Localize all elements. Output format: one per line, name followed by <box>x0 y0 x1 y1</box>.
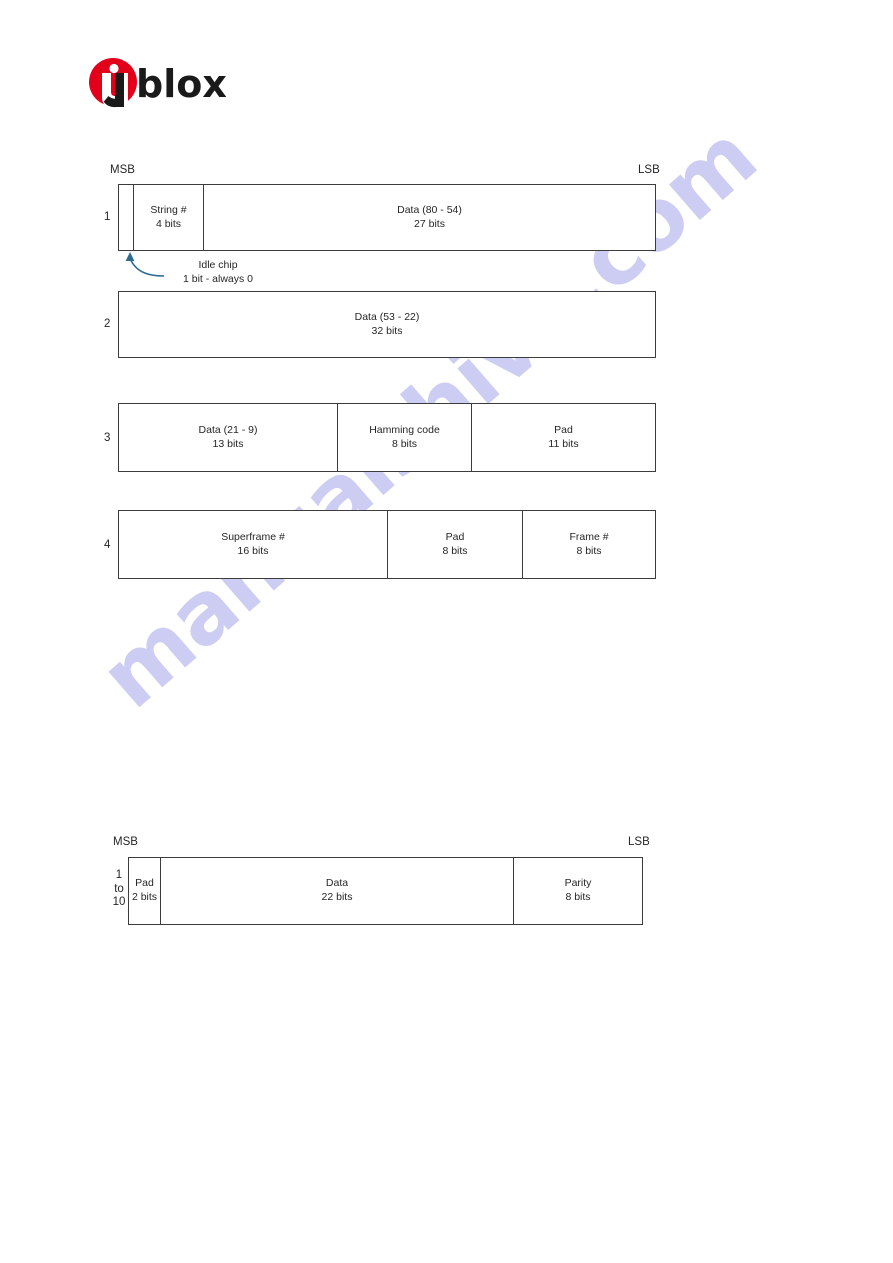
bottom-row-number-line1: 1 <box>115 869 123 881</box>
row2-cell-data: Data (53 - 22) 32 bits <box>119 292 655 357</box>
row1-cell2-line2: 27 bits <box>414 217 445 230</box>
row4-cell0-line2: 16 bits <box>237 544 269 557</box>
row3-cell1-line1: Hamming code <box>369 423 440 436</box>
row4-cell2-line2: 8 bits <box>576 544 602 557</box>
bottom-cell2-line1: Parity <box>564 877 592 890</box>
row2-cell0-line2: 32 bits <box>371 324 403 337</box>
bottom-cell-data: Data 22 bits <box>161 858 514 924</box>
row3-cell0-line2: 13 bits <box>212 437 244 450</box>
row-number-2: 2 <box>104 318 111 330</box>
row1-cell2-line1: Data (80 - 54) <box>397 203 462 216</box>
logo-wordmark: blox <box>136 62 227 106</box>
bottom-cell-parity: Parity 8 bits <box>514 858 642 924</box>
row1-cell1-line1: String # <box>150 203 187 216</box>
row3-cell-hamming-code: Hamming code 8 bits <box>338 404 472 471</box>
row4-cell1-line2: 8 bits <box>442 544 468 557</box>
idle-chip-callout-line2: 1 bit - always 0 <box>182 273 254 286</box>
row3-cell2-line2: 11 bits <box>548 437 579 450</box>
bottom-cell-pad: Pad 2 bits <box>129 858 161 924</box>
frame-row-1: String # 4 bits Data (80 - 54) 27 bits <box>118 184 656 251</box>
row3-cell2-line1: Pad <box>554 423 573 436</box>
idle-chip-callout-line1: Idle chip <box>198 259 238 271</box>
row4-cell0-line1: Superframe # <box>221 530 285 543</box>
logo-white-dot <box>109 63 119 74</box>
ublox-logo: blox <box>88 52 248 110</box>
row3-cell-data: Data (21 - 9) 13 bits <box>119 404 338 471</box>
bottom-row-number-line2: to <box>114 882 124 895</box>
idle-chip-callout: Idle chip 1 bit - always 0 <box>143 258 293 286</box>
row1-cell-string-number: String # 4 bits <box>134 185 204 250</box>
row3-cell1-line2: 8 bits <box>391 437 418 450</box>
bottom-cell2-line2: 8 bits <box>565 891 591 903</box>
ublox-logo-svg: blox <box>89 58 227 108</box>
top-msb-label: MSB <box>110 164 135 176</box>
bottom-msb-label: MSB <box>113 836 138 848</box>
frame-row-2: Data (53 - 22) 32 bits <box>118 291 656 358</box>
bottom-row-number-line3: 10 <box>112 896 126 909</box>
frame-row-3: Data (21 - 9) 13 bits Hamming code 8 bit… <box>118 403 656 472</box>
row4-cell-pad: Pad 8 bits <box>388 511 523 578</box>
bottom-cell0-line1: Pad <box>135 877 154 890</box>
row4-cell2-line1: Frame # <box>569 530 609 543</box>
bottom-row-number: 1 to 10 <box>111 869 127 910</box>
row1-cell-data: Data (80 - 54) 27 bits <box>204 185 655 250</box>
row-number-1: 1 <box>104 211 111 223</box>
row3-cell0-line1: Data (21 - 9) <box>198 423 258 436</box>
row1-cell1-line2: 4 bits <box>155 217 182 230</box>
frame-row-4: Superframe # 16 bits Pad 8 bits Frame # … <box>118 510 656 579</box>
bottom-cell1-line2: 22 bits <box>321 891 353 903</box>
logo-u-stem-dark <box>115 73 124 107</box>
top-lsb-label: LSB <box>638 164 660 176</box>
row3-cell-pad: Pad 11 bits <box>472 404 655 471</box>
row-number-4: 4 <box>104 539 111 551</box>
row2-cell0-line1: Data (53 - 22) <box>354 310 420 323</box>
bottom-cell0-line2: 2 bits <box>131 891 158 903</box>
row4-cell1-line1: Pad <box>445 530 465 543</box>
row-number-3: 3 <box>104 432 111 444</box>
bottom-lsb-label: LSB <box>628 836 650 848</box>
frame-row-bottom: Pad 2 bits Data 22 bits Parity 8 bits <box>128 857 643 925</box>
row4-cell-superframe-number: Superframe # 16 bits <box>119 511 388 578</box>
row4-cell-frame-number: Frame # 8 bits <box>523 511 655 578</box>
bottom-cell1-line1: Data <box>325 877 349 890</box>
row1-cell-idle-chip <box>119 185 134 250</box>
